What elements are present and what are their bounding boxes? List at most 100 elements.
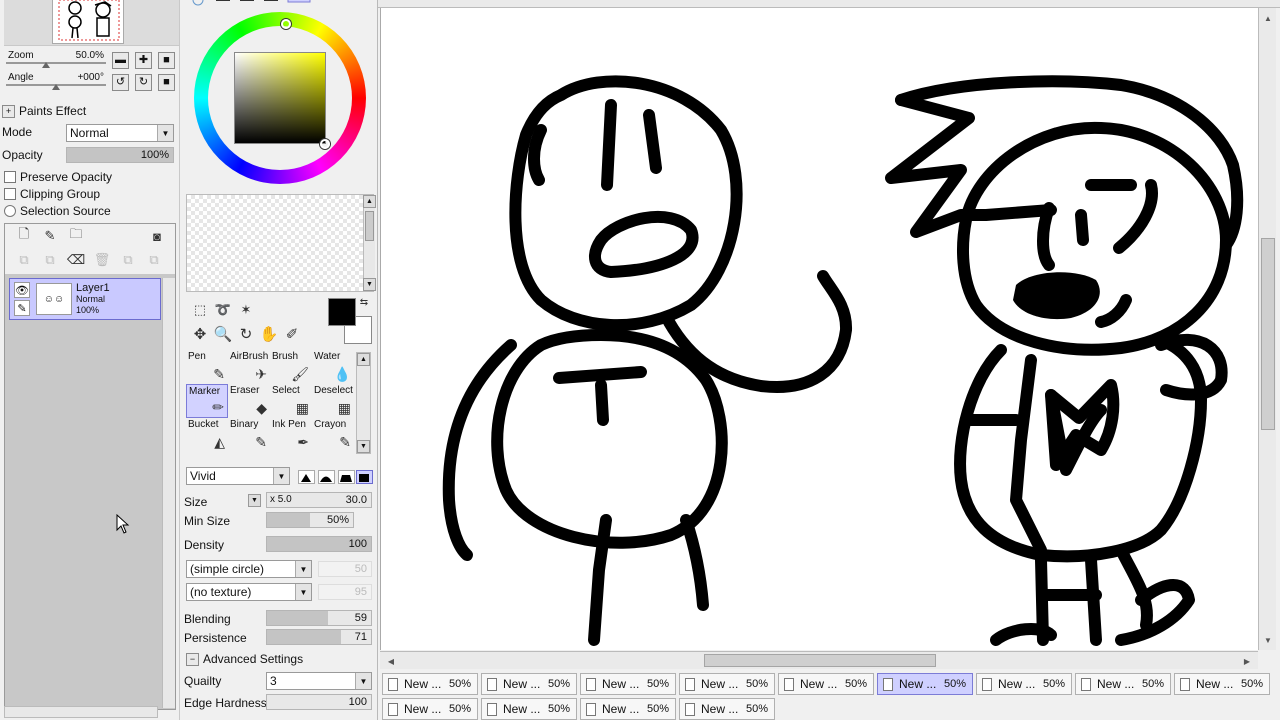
brush-pen[interactable]: Pen ✎ [186,350,228,384]
layer-scrollbar[interactable] [162,278,175,708]
hue-marker[interactable] [281,19,291,29]
new-folder-icon[interactable]: 🗀 [67,226,85,245]
brush-select[interactable]: Select ▦ [270,384,312,418]
brush-blend-select[interactable]: Vivid ▼ [186,467,290,485]
new-linework-layer-icon[interactable]: ✎ [41,227,59,245]
scroll-left-icon[interactable]: ◀ [383,653,399,669]
color-wheel[interactable] [194,12,366,184]
brush-shape-2[interactable] [318,470,335,484]
move-icon[interactable]: ✥ [190,324,210,344]
blend-mode-select[interactable]: Normal ▼ [66,124,174,142]
layer-item[interactable]: 👁 ✎ ☺☺ Layer1 Normal 100% [9,278,161,320]
paints-effect-header[interactable]: + Paints Effect [2,102,86,120]
selection-source-checkbox[interactable]: Selection Source [4,202,111,219]
persistence-slider[interactable]: 71 [266,629,372,645]
document-tab[interactable]: New ... 50% [679,673,775,695]
brush-marker[interactable]: Marker ✏ [186,384,228,418]
opacity-slider[interactable]: 100% [66,147,174,163]
foreground-color-swatch[interactable] [328,298,356,326]
scroll-down-icon[interactable]: ▼ [363,278,376,291]
scroll-up-icon[interactable]: ▲ [363,195,376,208]
brush-binary[interactable]: Binary ✎ [228,418,270,452]
scroll-up-icon[interactable]: ▲ [1260,10,1276,26]
navigator-thumbnail[interactable] [52,0,124,44]
zoom-icon[interactable]: 🔍 [213,324,233,344]
scroll-down-icon[interactable]: ▼ [357,440,370,453]
size-multiplier-dropdown[interactable]: ▼ [248,494,261,507]
brush-airbrush[interactable]: AirBrush ✈ [228,350,270,384]
brush-brush[interactable]: Brush 🖌 [270,350,312,384]
horizontal-scroll-thumb[interactable] [704,654,936,667]
zoom-out-button[interactable]: ▬ [112,52,129,69]
texture-select[interactable]: (no texture) ▼ [186,583,312,601]
rotate-reset-button[interactable]: ■ [158,74,175,91]
clear-layer-icon[interactable]: ⌫ [67,251,85,269]
document-tab[interactable]: New ... 50% [580,698,676,720]
rect-select-icon[interactable]: ⬚ [190,300,210,320]
brush-eraser[interactable]: Eraser ◆ [228,384,270,418]
scroll-down-icon[interactable]: ▼ [1260,632,1276,648]
canvas-horizontal-scrollbar[interactable]: ◀ ▶ [380,651,1258,669]
magic-wand-icon[interactable]: ✶ [236,300,256,320]
document-tab[interactable]: New ... 50% [1174,673,1270,695]
eyedropper-icon[interactable]: ✐ [282,324,302,344]
merge-down-icon[interactable]: ⧉ [41,251,59,269]
layer-mask-icon[interactable]: ◙ [148,227,166,245]
saturation-value-square[interactable] [234,52,326,144]
lasso-icon[interactable]: ➰ [213,300,233,320]
scroll-up-icon[interactable]: ▲ [357,353,370,366]
document-tab[interactable]: New ... 50% [778,673,874,695]
brush-ink-pen[interactable]: Ink Pen ✒ [270,418,312,452]
min-size-slider[interactable]: 50% [266,512,354,528]
color-mode-tabs[interactable] [184,0,314,6]
angle-slider[interactable]: Angle +000° [4,71,108,90]
brush-water[interactable]: Water 💧 [312,350,354,384]
quality-select[interactable]: 3 ▼ [266,672,372,690]
zoom-reset-button[interactable]: ■ [158,52,175,69]
delete-layer-icon[interactable]: 🗑 [93,251,111,269]
document-tab[interactable]: New ... 50% [382,698,478,720]
drawing-canvas[interactable] [380,8,1258,650]
rotate-left-button[interactable]: ↺ [112,74,129,91]
hand-icon[interactable]: ✋ [259,324,279,344]
new-layer-icon[interactable]: 🗋 [15,226,33,245]
blending-slider[interactable]: 59 [266,610,372,626]
brush-shape-select[interactable]: (simple circle) ▼ [186,560,312,578]
advanced-settings-toggle[interactable]: − Advanced Settings [186,652,303,666]
zoom-slider[interactable]: Zoom 50.0% [4,49,108,68]
layer-horizontal-scrollbar[interactable] [4,706,158,718]
document-tab[interactable]: New ... 50% [976,673,1072,695]
document-tab[interactable]: New ... 50% [580,673,676,695]
rotate-icon[interactable]: ↻ [236,324,256,344]
document-tab[interactable]: New ... 50% [481,673,577,695]
brush-scrollbar[interactable]: ▲ ▼ [356,352,371,454]
brush-shape-1[interactable] [298,470,315,484]
document-tab[interactable]: New ... 50% [382,673,478,695]
document-tab[interactable]: New ... 50% [877,673,973,695]
canvas-vertical-scrollbar[interactable]: ▲ ▼ [1258,8,1276,650]
merge-visible-icon[interactable]: ⧉ [119,251,137,269]
texture-strength-slider[interactable]: 95 [318,584,372,600]
brush-shape-4[interactable] [356,470,373,484]
scroll-right-icon[interactable]: ▶ [1239,653,1255,669]
scratchpad-scrollbar[interactable]: ▲ ▼ [363,195,376,291]
edge-hardness-slider[interactable]: 100 [266,694,372,710]
document-tab[interactable]: New ... 50% [1075,673,1171,695]
brush-deselect[interactable]: Deselect ▦ [312,384,354,418]
scratchpad[interactable]: ▲ ▼ [186,194,376,292]
clipping-group-checkbox[interactable]: Clipping Group [4,185,100,202]
transfer-down-icon[interactable]: ⧉ [15,251,33,269]
size-slider[interactable]: x 5.0 30.0 [266,492,372,508]
zoom-in-button[interactable]: ✚ [135,52,152,69]
swap-colors-icon[interactable]: ⇆ [358,296,370,308]
shape-strength-slider[interactable]: 50 [318,561,372,577]
brush-shape-3[interactable] [338,470,355,484]
flatten-icon[interactable]: ⧉ [145,251,163,269]
color-marker[interactable] [320,139,330,149]
rotate-right-button[interactable]: ↻ [135,74,152,91]
brush-crayon[interactable]: Crayon ✎ [312,418,354,452]
document-tab[interactable]: New ... 50% [481,698,577,720]
document-tab[interactable]: New ... 50% [679,698,775,720]
preserve-opacity-checkbox[interactable]: Preserve Opacity [4,168,112,185]
density-slider[interactable]: 100 [266,536,372,552]
